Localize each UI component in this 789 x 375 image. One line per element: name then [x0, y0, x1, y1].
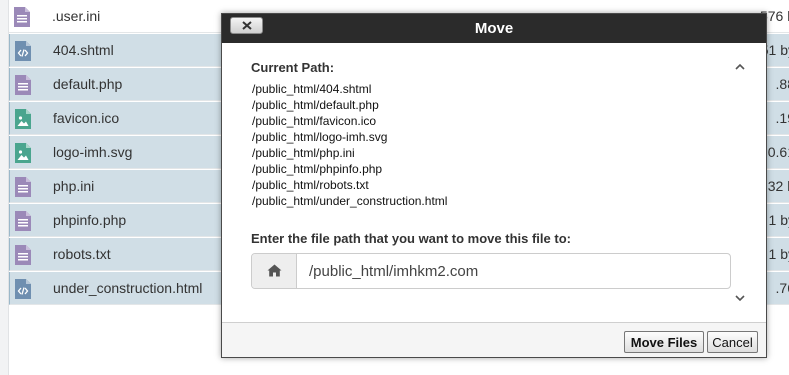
image-file-icon: [15, 109, 31, 129]
file-name: default.php: [53, 76, 123, 92]
image-file-icon: [15, 143, 31, 163]
text-file-icon: [15, 245, 31, 265]
file-name: logo-imh.svg: [53, 144, 133, 160]
current-path-item: /public_html/phpinfo.php: [252, 162, 383, 176]
cancel-button[interactable]: Cancel: [707, 331, 758, 353]
file-name: php.ini: [53, 178, 95, 194]
code-file-icon: [15, 279, 31, 299]
current-path-item: /public_html/php.ini: [252, 146, 355, 160]
file-name: phpinfo.php: [53, 212, 127, 228]
text-file-icon: [15, 177, 31, 197]
home-icon: [267, 264, 282, 277]
current-path-list: /public_html/404.shtml/public_html/defau…: [252, 81, 447, 209]
file-name: under_construction.html: [53, 280, 203, 296]
scroll-down-icon[interactable]: [735, 294, 745, 302]
current-path-item: /public_html/under_construction.html: [252, 194, 448, 208]
scroll-up-icon[interactable]: [735, 63, 745, 71]
text-file-icon: [15, 211, 31, 231]
current-path-item: /public_html/favicon.ico: [252, 114, 377, 128]
current-path-item: /public_html/404.shtml: [252, 82, 372, 96]
dialog-scrollbar[interactable]: [731, 61, 748, 305]
destination-path-input[interactable]: [297, 254, 730, 288]
current-path-label: Current Path:: [251, 60, 335, 75]
file-name: .user.ini: [52, 8, 101, 24]
home-button[interactable]: [252, 254, 297, 288]
current-path-item: /public_html/logo-imh.svg: [252, 130, 388, 144]
code-file-icon: [15, 41, 31, 61]
destination-label: Enter the file path that you want to mov…: [251, 231, 571, 246]
destination-input-group: [251, 253, 731, 289]
move-files-button[interactable]: Move Files: [624, 331, 704, 353]
text-file-icon: [14, 7, 30, 27]
dialog-title: Move: [474, 20, 514, 37]
move-dialog: Move Current Path: /public_html/404.shtm…: [221, 13, 767, 358]
dialog-footer: Move Files Cancel: [222, 323, 766, 357]
file-name: favicon.ico: [53, 110, 120, 126]
current-path-item: /public_html/robots.txt: [252, 178, 369, 192]
text-file-icon: [15, 75, 31, 95]
file-name: robots.txt: [53, 246, 111, 262]
dialog-titlebar: Move: [222, 14, 766, 43]
dialog-body: Current Path: /public_html/404.shtml/pub…: [222, 43, 766, 323]
file-name: 404.shtml: [53, 42, 114, 58]
current-path-item: /public_html/default.php: [252, 98, 379, 112]
